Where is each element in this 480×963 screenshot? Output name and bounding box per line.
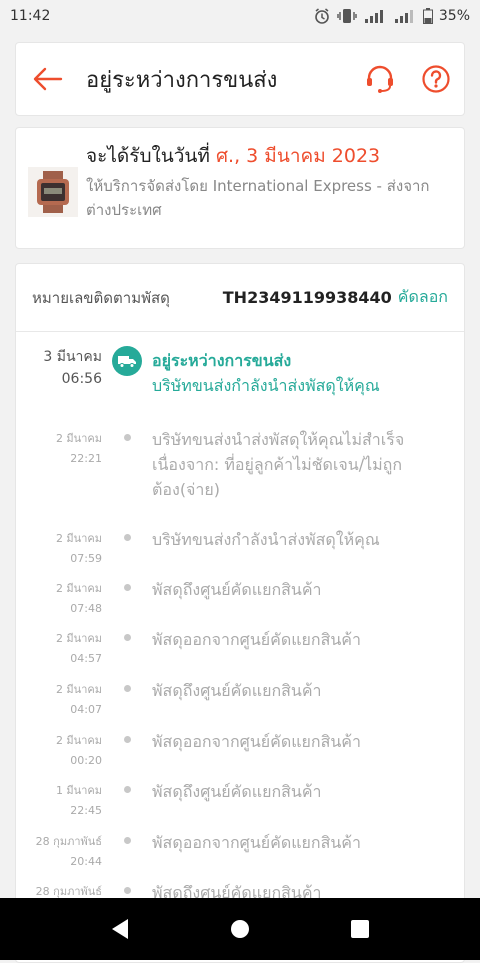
header-bar: อยู่ระหว่างการขนส่ง <box>15 42 465 116</box>
help-button[interactable] <box>408 42 464 116</box>
signal-icon <box>363 9 387 23</box>
event-date: 2 มีนาคม <box>55 432 102 445</box>
copy-button[interactable]: คัดลอก <box>398 285 448 310</box>
event-time: 20:44 <box>70 855 102 868</box>
event-description: พัสดุออกจากศูนย์คัดแยกสินค้า <box>152 630 361 649</box>
product-thumbnail[interactable] <box>28 167 78 217</box>
event-date: 2 มีนาคม <box>55 532 102 545</box>
event-date: 3 มีนาคม <box>43 349 102 365</box>
tracking-label: หมายเลขติดตามพัสดุ <box>32 288 170 307</box>
arrow-left-icon <box>33 67 63 91</box>
signal-icon-2 <box>393 9 417 23</box>
battery-level: 35% <box>438 8 470 24</box>
event-title: อยู่ระหว่างการขนส่ง <box>152 351 292 370</box>
event-date: 1 มีนาคม <box>55 784 102 797</box>
expected-delivery: จะได้รับในวันที่ ศ., 3 มีนาคม 2023 <box>86 145 381 167</box>
event-description: บริษัทขนส่งนำส่งพัสดุให้คุณไม่สำเร็จ เนื… <box>152 430 405 499</box>
timeline-dot <box>124 736 131 743</box>
clock: 11:42 <box>10 8 51 24</box>
support-button[interactable] <box>352 42 408 116</box>
event-time: 04:07 <box>70 703 102 716</box>
triangle-back-icon <box>112 919 128 939</box>
event-description: พัสดุถึงศูนย์คัดแยกสินค้า <box>152 580 322 599</box>
page-title: อยู่ระหว่างการขนส่ง <box>86 67 278 93</box>
alarm-icon <box>313 7 331 25</box>
timeline-dot <box>124 534 131 541</box>
event-time: 04:57 <box>70 652 102 665</box>
event-description: บริษัทขนส่งกำลังนำส่งพัสดุให้คุณ <box>152 530 380 549</box>
timeline-dot <box>124 634 131 641</box>
expected-date: ศ., 3 มีนาคม 2023 <box>216 145 381 167</box>
event-time: 07:59 <box>70 552 102 565</box>
timeline-dot <box>124 434 131 441</box>
event-time: 22:45 <box>70 804 102 817</box>
delivery-info-card: จะได้รับในวันที่ ศ., 3 มีนาคม 2023 ให้บร… <box>15 127 465 249</box>
nav-home-button[interactable] <box>220 909 260 949</box>
timeline-dot <box>124 584 131 591</box>
circle-home-icon <box>231 920 249 938</box>
status-bar: 11:42 35% <box>0 0 480 32</box>
navigation-bar <box>0 898 480 960</box>
tracking-number: TH2349119938440 <box>222 288 392 307</box>
tracking-card: หมายเลขติดตามพัสดุ TH2349119938440 คัดลอ… <box>15 263 465 963</box>
event-description: พัสดุออกจากศูนย์คัดแยกสินค้า <box>152 833 361 852</box>
timeline-dot <box>124 837 131 844</box>
event-date: 28 กุมภาพันธ์ <box>35 835 102 848</box>
event-description: บริษัทขนส่งกำลังนำส่งพัสดุให้คุณ <box>152 376 380 395</box>
square-recents-icon <box>351 920 369 938</box>
truck-icon <box>112 346 142 376</box>
headset-icon <box>367 65 393 93</box>
event-description: พัสดุถึงศูนย์คัดแยกสินค้า <box>152 681 322 700</box>
event-date: 2 มีนาคม <box>55 632 102 645</box>
nav-back-button[interactable] <box>100 909 140 949</box>
back-button[interactable] <box>16 42 80 116</box>
carrier-info: ให้บริการจัดส่งโดย International Express… <box>86 177 430 219</box>
event-time: 22:21 <box>70 452 102 465</box>
vibrate-icon <box>337 8 357 24</box>
event-description: พัสดุออกจากศูนย์คัดแยกสินค้า <box>152 732 361 751</box>
event-date: 2 มีนาคม <box>55 582 102 595</box>
tracking-number-row: หมายเลขติดตามพัสดุ TH2349119938440 คัดลอ… <box>16 264 464 332</box>
event-description: พัสดุถึงศูนย์คัดแยกสินค้า <box>152 782 322 801</box>
question-icon <box>422 65 450 93</box>
event-date: 2 มีนาคม <box>55 683 102 696</box>
event-time: 06:56 <box>61 371 102 387</box>
event-time: 07:48 <box>70 602 102 615</box>
timeline-dot <box>124 887 131 894</box>
timeline-dot <box>124 685 131 692</box>
event-date: 2 มีนาคม <box>55 734 102 747</box>
event-time: 00:20 <box>70 754 102 767</box>
timeline-dot <box>124 786 131 793</box>
battery-icon <box>422 8 433 24</box>
nav-recents-button[interactable] <box>340 909 380 949</box>
